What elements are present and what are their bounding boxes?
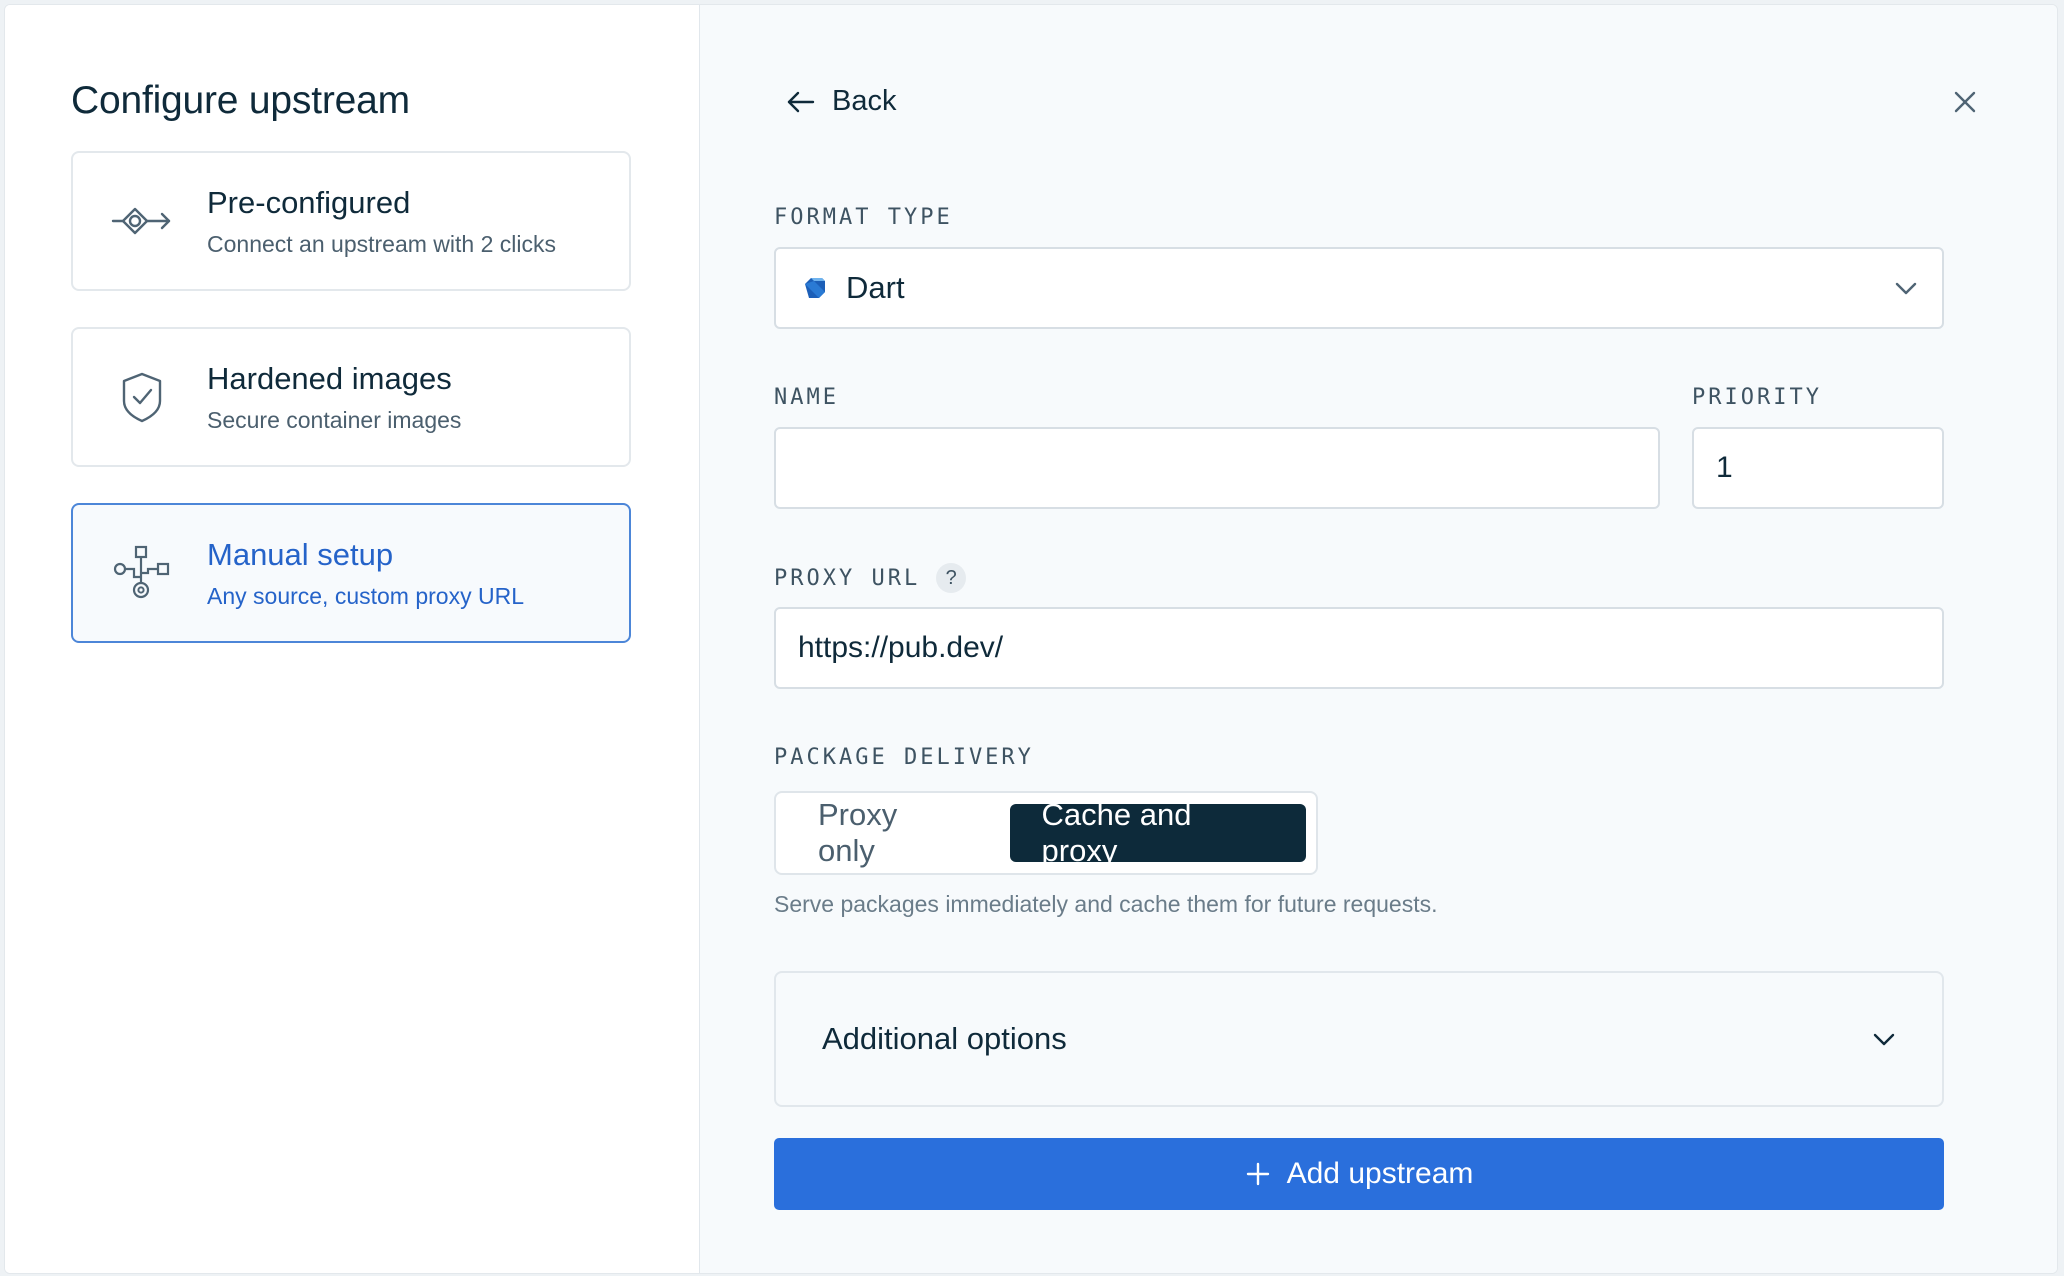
chevron-down-icon xyxy=(1873,1033,1895,1046)
package-delivery-label: PACKAGE DELIVERY xyxy=(774,745,1034,770)
priority-label: PRIORITY xyxy=(1692,385,1822,410)
arrow-left-icon xyxy=(787,91,815,112)
left-panel: Configure upstream Pre-configured Connec… xyxy=(5,5,700,1273)
proxy-url-label: PROXY URL xyxy=(774,565,921,591)
name-field[interactable] xyxy=(776,429,1658,507)
back-label: Back xyxy=(832,85,897,117)
priority-field[interactable] xyxy=(1694,429,1942,507)
format-type-value: Dart xyxy=(846,270,905,305)
configure-upstream-dialog: Configure upstream Pre-configured Connec… xyxy=(4,4,2058,1274)
proxy-url-field[interactable] xyxy=(776,609,1942,687)
proxy-url-field-wrapper xyxy=(774,607,1944,689)
option-subtitle: Connect an upstream with 2 clicks xyxy=(207,230,556,257)
priority-field-wrapper xyxy=(1692,427,1944,509)
option-subtitle: Any source, custom proxy URL xyxy=(207,582,525,609)
additional-options-accordion[interactable]: Additional options xyxy=(774,971,1944,1107)
option-title: Manual setup xyxy=(207,536,394,572)
option-title: Hardened images xyxy=(207,360,452,396)
back-button[interactable]: Back xyxy=(786,85,896,118)
name-label: NAME xyxy=(774,385,839,410)
add-upstream-label: Add upstream xyxy=(1286,1157,1474,1190)
name-field-wrapper xyxy=(774,427,1660,509)
option-pre-configured[interactable]: Pre-configured Connect an upstream with … xyxy=(71,151,631,291)
option-subtitle: Secure container images xyxy=(207,406,462,433)
plus-icon xyxy=(1246,1162,1269,1186)
cache-and-proxy-option[interactable]: Cache and proxy xyxy=(1009,797,1306,868)
option-hardened-images[interactable]: Hardened images Secure container images xyxy=(71,327,631,467)
format-type-label: FORMAT TYPE xyxy=(774,205,953,230)
close-icon xyxy=(1954,91,1976,113)
pre-configured-icon xyxy=(111,190,173,252)
format-type-select[interactable]: Dart xyxy=(774,247,1944,329)
manual-setup-icon xyxy=(111,542,173,604)
right-panel: Back FORMAT TYPE Dart NAME PRIORITY 1 PR… xyxy=(700,5,2057,1273)
add-upstream-button[interactable]: Add upstream xyxy=(774,1138,1944,1210)
help-icon[interactable]: ? xyxy=(936,563,967,593)
dialog-title: Configure upstream xyxy=(71,79,410,122)
shield-check-icon xyxy=(111,366,173,428)
proxy-only-option[interactable]: Proxy only xyxy=(786,797,994,868)
chevron-down-icon xyxy=(1895,282,1917,295)
option-title: Pre-configured xyxy=(207,184,411,220)
close-button[interactable] xyxy=(1950,87,1980,117)
option-manual-setup[interactable]: Manual setup Any source, custom proxy UR… xyxy=(71,503,631,643)
package-delivery-hint: Serve packages immediately and cache the… xyxy=(774,891,1438,917)
proxy-url-label-row: PROXY URL ? xyxy=(774,563,967,593)
additional-options-label: Additional options xyxy=(822,1021,1067,1056)
package-delivery-toggle: Proxy only Cache and proxy xyxy=(774,791,1318,875)
dart-logo-icon xyxy=(802,275,828,301)
